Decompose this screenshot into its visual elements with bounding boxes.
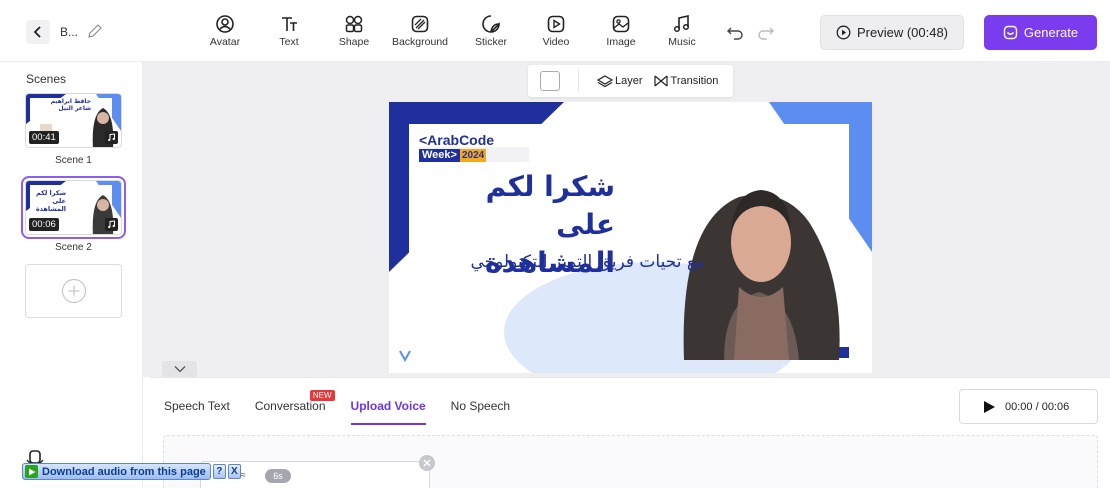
- preview-label: Preview (00:48): [856, 25, 949, 40]
- layer-label: Layer: [615, 75, 643, 87]
- undo-icon[interactable]: [726, 25, 744, 41]
- generate-icon: [1003, 25, 1018, 40]
- plus-circle-icon: [61, 278, 86, 304]
- generate-label: Generate: [1023, 25, 1079, 40]
- scene-music-badge: [105, 218, 118, 231]
- playback-time: 00:00 / 00:06: [1005, 400, 1070, 413]
- music-icon: [673, 15, 690, 33]
- remove-audio-button[interactable]: [419, 455, 435, 471]
- text-icon: [282, 17, 297, 31]
- scene-1-thumb-title: حافظ ابراهيم شاعر النيل: [50, 98, 91, 112]
- tool-video[interactable]: Video: [524, 14, 588, 54]
- extension-close-button[interactable]: X: [227, 464, 241, 479]
- download-audio-label: Download audio from this page: [42, 465, 206, 478]
- scene-label-1: Scene 1: [55, 155, 92, 166]
- generate-button[interactable]: Generate: [984, 15, 1097, 50]
- transition-icon: [653, 75, 668, 87]
- element-toolbar: Layer Transition: [528, 65, 733, 97]
- speech-tabs: Speech Text Conversation NEW Upload Voic…: [164, 390, 535, 425]
- scene-thumbnail-1[interactable]: حافظ ابراهيم شاعر النيل 00:41: [25, 93, 122, 148]
- download-audio-button[interactable]: Download audio from this page: [22, 463, 211, 480]
- download-audio-extension-bar: Download audio from this page ? X: [22, 463, 250, 480]
- top-toolbar: B... Avatar Text Shape Background Sticke…: [0, 0, 1110, 62]
- music-note-icon: [108, 220, 115, 229]
- scene-duration: 00:06: [29, 218, 59, 231]
- back-button[interactable]: [26, 20, 50, 44]
- insert-tools: Avatar Text Shape Background Sticker Vid…: [198, 14, 710, 54]
- brand-year: 2024: [459, 149, 487, 162]
- audio-duration-badge: 6s: [265, 469, 291, 483]
- tool-avatar[interactable]: Avatar: [198, 14, 252, 54]
- layers-icon: [597, 75, 613, 88]
- transition-button[interactable]: Transition: [653, 74, 719, 88]
- redo-icon[interactable]: [757, 25, 775, 41]
- video-icon: [547, 15, 565, 33]
- color-picker[interactable]: [540, 71, 560, 91]
- tool-label: Text: [279, 36, 299, 48]
- app-logo-icon: [399, 350, 411, 362]
- chevron-left-icon: [33, 26, 41, 38]
- toolbar-divider: [578, 70, 579, 92]
- tool-sticker[interactable]: Sticker: [458, 14, 524, 54]
- tab-speech-text[interactable]: Speech Text: [164, 399, 230, 425]
- preview-button[interactable]: Preview (00:48): [820, 15, 964, 50]
- pencil-icon[interactable]: [86, 23, 104, 41]
- scene-2-thumb-title: شكرا لكم على المشاهدة: [35, 189, 66, 213]
- tool-shape[interactable]: Shape: [326, 14, 382, 54]
- tab-conversation[interactable]: Conversation NEW: [254, 390, 335, 425]
- tool-label: Background: [391, 36, 449, 48]
- canvas-area: Layer Transition <ArabCode Week> 2024 شك…: [143, 62, 1110, 377]
- scene-label-2: Scene 2: [55, 242, 92, 253]
- scenes-sidebar: Scenes حافظ ابراهيم شاعر النيل 00:41 Sce…: [0, 62, 143, 488]
- transition-label: Transition: [670, 75, 719, 87]
- sticker-icon: [482, 15, 500, 33]
- collapse-panel-button[interactable]: [162, 361, 197, 377]
- slide-subtitle[interactable]: مع تحيات فريق التميز التكنولوجي: [429, 252, 705, 272]
- shape-icon: [345, 15, 363, 33]
- project-title[interactable]: B...: [60, 25, 78, 39]
- scene-thumbnail-2[interactable]: شكرا لكم على المشاهدة 00:06: [21, 176, 126, 239]
- add-scene-button[interactable]: [25, 264, 122, 318]
- play-icon: [25, 465, 38, 478]
- scenes-title: Scenes: [26, 72, 67, 86]
- brand-line: <ArabCode: [419, 132, 495, 148]
- tool-label: Music: [668, 36, 696, 48]
- tool-label: Image: [606, 36, 636, 48]
- scene-duration: 00:41: [29, 131, 59, 144]
- brand-week: Week>: [419, 149, 460, 162]
- tab-conversation-label: Conversation: [254, 399, 326, 413]
- tool-label: Avatar: [209, 36, 241, 48]
- music-note-icon: [108, 133, 115, 142]
- tool-label: Shape: [338, 36, 370, 48]
- background-icon: [411, 15, 429, 33]
- tab-upload-voice[interactable]: Upload Voice: [350, 399, 426, 425]
- image-icon: [612, 15, 630, 33]
- play-icon: [984, 400, 995, 413]
- close-icon: [423, 459, 431, 467]
- extension-help-button[interactable]: ?: [212, 464, 226, 479]
- slide-canvas[interactable]: <ArabCode Week> 2024 شكرا لكم على المشاهد…: [389, 102, 872, 373]
- arabcode-logo: <ArabCode Week> 2024: [419, 132, 495, 162]
- play-circle-icon: [836, 25, 851, 40]
- tab-no-speech[interactable]: No Speech: [451, 399, 510, 425]
- tool-background[interactable]: Background: [382, 14, 458, 54]
- tool-music[interactable]: Music: [654, 14, 710, 54]
- layer-button[interactable]: Layer: [597, 74, 643, 88]
- avatar-icon: [216, 15, 234, 33]
- tool-label: Video: [542, 36, 570, 48]
- audio-play-button[interactable]: 00:00 / 00:06: [959, 389, 1098, 424]
- new-badge: NEW: [309, 390, 335, 401]
- chevron-down-icon: [174, 366, 185, 373]
- tool-text[interactable]: Text: [252, 14, 326, 54]
- tool-label: Sticker: [474, 36, 508, 48]
- tool-image[interactable]: Image: [588, 14, 654, 54]
- scene-music-badge: [105, 131, 118, 144]
